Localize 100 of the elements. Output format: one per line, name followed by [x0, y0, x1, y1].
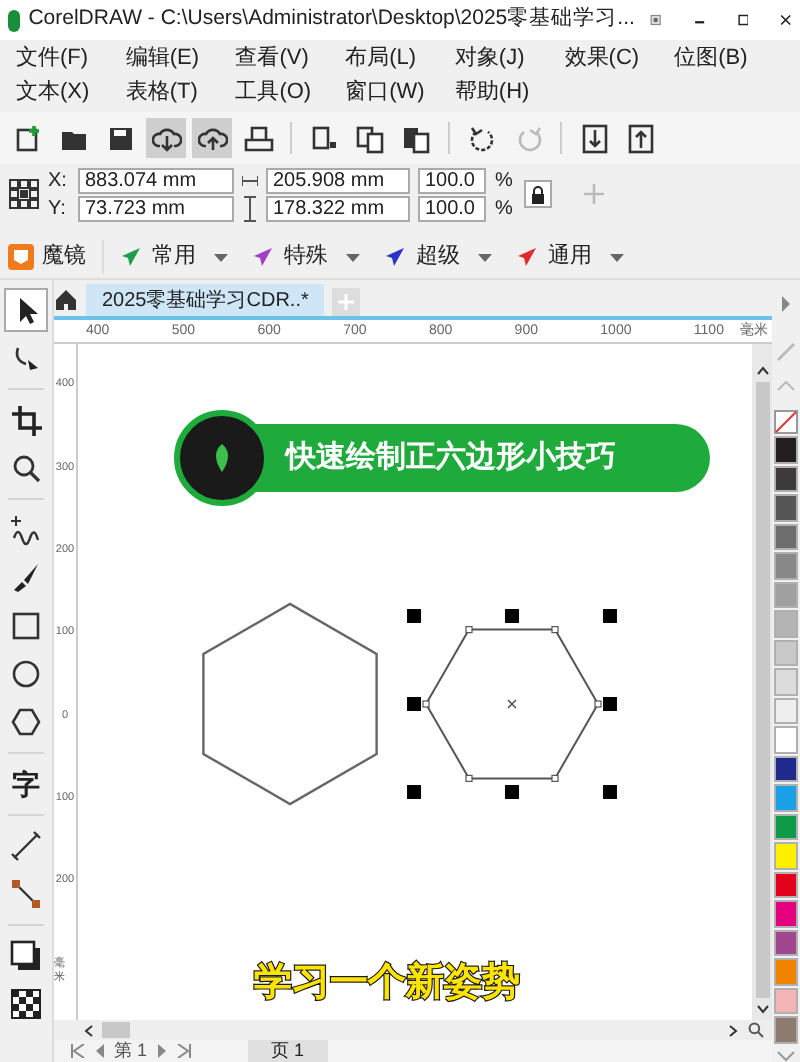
redo-icon [513, 123, 543, 153]
search-icon [10, 452, 42, 484]
input-field[interactable]: 178.322 mm [266, 195, 411, 221]
input-field[interactable]: 100.0 [418, 195, 487, 221]
caret-icon [346, 253, 360, 261]
export-icon [625, 123, 655, 153]
zoom-icon[interactable] [748, 1022, 764, 1038]
checkerboard-icon [10, 988, 42, 1020]
color-swatch[interactable] [774, 900, 798, 927]
menu-item[interactable]: 位图(B) [674, 42, 784, 76]
input-field[interactable]: 883.074 mm [78, 167, 235, 193]
connector-icon [10, 878, 42, 910]
color-swatch[interactable] [774, 813, 798, 840]
field-label: X: [48, 167, 69, 193]
app-logo-icon [8, 9, 21, 31]
ellipse-icon [10, 658, 42, 690]
field-label: Y: [48, 195, 68, 221]
printer-icon [243, 123, 273, 153]
curve-node-icon [10, 342, 42, 374]
last-page-icon[interactable] [175, 1044, 192, 1058]
lock-ratio-button[interactable] [524, 180, 553, 208]
dropdown-button[interactable]: 特殊 [252, 240, 368, 274]
menu-item[interactable]: 编辑(E) [125, 42, 236, 76]
caret-icon [214, 253, 228, 261]
selected-hexagon[interactable] [407, 609, 617, 799]
reference-point-icon[interactable] [8, 178, 40, 210]
color-swatch[interactable] [774, 726, 798, 753]
color-swatch[interactable] [774, 929, 798, 956]
menu-item[interactable]: 窗口(W) [345, 76, 455, 110]
freehand-icon [10, 514, 42, 546]
color-swatch[interactable] [774, 552, 798, 579]
dropdown-button[interactable]: 通用 [516, 240, 632, 274]
dropdown-button[interactable]: 常用 [120, 240, 236, 274]
color-swatch[interactable] [774, 523, 798, 550]
color-swatch[interactable] [774, 1016, 798, 1043]
document-tab[interactable]: 2025零基础学习CDR..* [86, 284, 325, 316]
page-number: 第 1 [114, 1040, 148, 1062]
dropdown-button[interactable]: 超级 [384, 240, 500, 274]
input-field[interactable]: 100.0 [418, 167, 487, 193]
color-swatch[interactable] [774, 668, 798, 695]
menu-item[interactable]: 效果(C) [564, 42, 675, 76]
color-swatch[interactable] [774, 436, 798, 463]
next-page-icon[interactable] [155, 1044, 168, 1058]
toolbar-button[interactable] [146, 118, 186, 158]
caret-icon [478, 253, 492, 261]
input-field[interactable]: 205.908 mm [266, 167, 411, 193]
menu-item[interactable]: 帮助(H) [454, 76, 565, 110]
video-caption: 学习一个新姿势 [254, 959, 520, 1008]
menu-item[interactable]: 文件(F) [16, 42, 126, 76]
input-field[interactable]: 73.723 mm [78, 195, 235, 221]
field-label: % [494, 167, 515, 193]
brush-icon [10, 562, 42, 594]
color-swatch[interactable] [774, 842, 798, 869]
scrollbar-thumb[interactable] [755, 382, 769, 998]
line-icon [10, 830, 42, 862]
menu-item[interactable]: 布局(L) [345, 42, 455, 76]
drop-shadow-icon [10, 940, 42, 972]
import-icon [579, 123, 609, 153]
lock-icon [530, 185, 547, 203]
color-swatch[interactable] [774, 871, 798, 898]
color-swatch[interactable] [774, 581, 798, 608]
copy-icon [355, 123, 385, 153]
undo-icon [467, 123, 497, 153]
previous-page-icon[interactable] [94, 1044, 106, 1058]
tool-button[interactable]: 字 [4, 762, 48, 806]
menu-item[interactable]: 表格(T) [125, 76, 236, 110]
close-icon[interactable] [780, 10, 793, 30]
page-tab[interactable]: 页 1 [247, 1040, 329, 1062]
color-swatch[interactable] [774, 639, 798, 666]
tool-button[interactable] [4, 288, 48, 332]
mirror-icon [8, 244, 34, 270]
color-swatch[interactable] [774, 465, 798, 492]
color-swatch[interactable] [774, 494, 798, 521]
caret-icon [610, 253, 624, 261]
menu-item[interactable]: 工具(O) [235, 76, 346, 110]
menu-item[interactable]: 对象(J) [454, 42, 565, 76]
clipboard-icon [401, 123, 431, 153]
new-document-icon [13, 123, 43, 153]
menu-item[interactable]: 文本(X) [16, 76, 126, 110]
hexagon[interactable] [202, 602, 378, 806]
hexagon-icon [10, 706, 42, 738]
color-swatch[interactable] [774, 987, 798, 1014]
rectangle-icon [10, 610, 42, 642]
color-swatch[interactable] [774, 784, 798, 811]
color-swatch[interactable] [774, 610, 798, 637]
menu-item[interactable]: 查看(V) [235, 42, 346, 76]
leaf-icon [210, 442, 234, 474]
color-swatch[interactable] [774, 958, 798, 985]
vertical-scrollbar[interactable] [752, 344, 772, 1020]
color-swatch[interactable] [774, 755, 798, 782]
toolbar-button[interactable] [192, 118, 232, 158]
scrollbar-thumb[interactable] [102, 1022, 130, 1038]
no-color-swatch[interactable] [774, 410, 798, 434]
crop-icon [10, 404, 42, 436]
home-icon[interactable] [54, 288, 78, 312]
first-page-icon[interactable] [70, 1044, 86, 1058]
cloud-icon [197, 123, 227, 153]
maximize-icon[interactable] [737, 10, 749, 30]
window-title: CorelDRAW - C:\Users\Administrator\Desktop\2025零基础学习... [28, 4, 635, 35]
color-swatch[interactable] [774, 697, 798, 724]
